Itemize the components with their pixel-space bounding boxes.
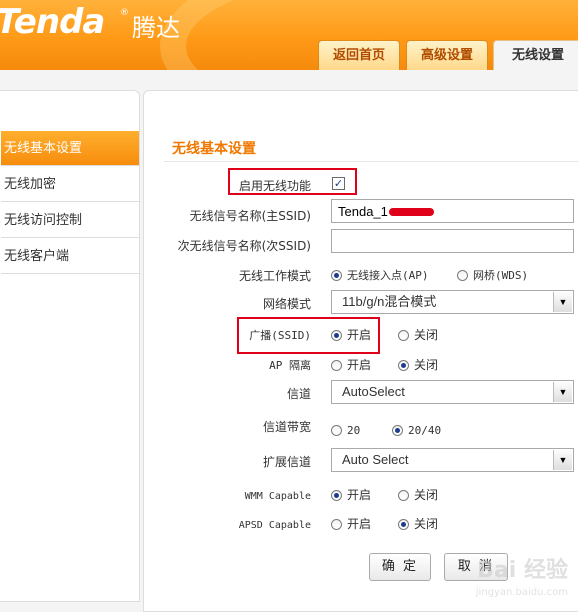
work-mode-wds-radio[interactable]: 网桥(WDS) (457, 266, 528, 284)
channel-value: AutoSelect (342, 384, 405, 399)
ap-isolation-off-radio[interactable]: 关闭 (398, 356, 438, 374)
ssid-secondary-input[interactable] (331, 229, 574, 253)
apsd-on-label: 开启 (347, 517, 372, 531)
wmm-label: WMM Capable (141, 488, 311, 502)
tab-advanced[interactable]: 高级设置 (406, 40, 488, 70)
sidebar-item-wireless-security[interactable]: 无线加密 (1, 167, 139, 202)
radio-dot-icon (331, 425, 342, 436)
broadcast-off-label: 关闭 (414, 328, 439, 342)
ap-isolation-label-text: AP 隔离 (269, 359, 311, 372)
wmm-label-text: WMM Capable (244, 491, 311, 502)
tab-wireless[interactable]: 无线设置 (493, 40, 578, 70)
broadcast-on-radio[interactable]: 开启 (331, 326, 371, 344)
ext-channel-value: Auto Select (342, 452, 409, 467)
radio-dot-icon (331, 330, 342, 341)
brand-registered-mark: ® (120, 8, 129, 18)
work-mode-ap-label: 无线接入点(AP) (347, 269, 429, 282)
wmm-on-radio[interactable]: 开启 (331, 486, 371, 504)
tab-home[interactable]: 返回首页 (318, 40, 400, 70)
radio-dot-icon (398, 519, 409, 530)
radio-dot-icon (331, 519, 342, 530)
radio-dot-icon (392, 425, 403, 436)
brand-logo: Tenda (0, 2, 105, 42)
redaction-mark (389, 208, 434, 216)
sidebar-item-access-control[interactable]: 无线访问控制 (1, 203, 139, 238)
chevron-down-icon: ▼ (553, 292, 572, 312)
main-panel: 无线基本设置 启用无线功能 ✓ 无线信号名称(主SSID) 次无线信号名称(次S… (143, 90, 578, 612)
wmm-off-label: 关闭 (414, 488, 439, 502)
radio-dot-icon (398, 330, 409, 341)
wmm-on-label: 开启 (347, 488, 372, 502)
ssid-primary-label: 无线信号名称(主SSID) (189, 209, 311, 223)
work-mode-wds-label: 网桥(WDS) (473, 269, 529, 282)
ssid-primary-input[interactable] (331, 199, 574, 223)
network-mode-label: 网络模式 (262, 297, 311, 311)
brand-logo-chinese: 腾达 (132, 14, 180, 42)
work-mode-ap-radio[interactable]: 无线接入点(AP) (331, 266, 429, 284)
radio-dot-icon (331, 490, 342, 501)
radio-dot-icon (457, 270, 468, 281)
enable-wireless-checkbox[interactable]: ✓ (332, 177, 345, 190)
ssid-secondary-label: 次无线信号名称(次SSID) (177, 239, 311, 253)
work-mode-label: 无线工作模式 (238, 269, 311, 283)
section-title: 无线基本设置 (172, 141, 256, 157)
chevron-down-icon: ▼ (553, 382, 572, 402)
channel-select[interactable]: AutoSelect ▼ (331, 380, 574, 404)
broadcast-on-label: 开启 (347, 328, 372, 342)
bandwidth-2040-radio[interactable]: 20/40 (392, 421, 441, 439)
ap-isolation-on-radio[interactable]: 开启 (331, 356, 371, 374)
apsd-label-text: APSD Capable (238, 520, 311, 531)
network-mode-select[interactable]: 11b/g/n混合模式 ▼ (331, 290, 574, 314)
bandwidth-20-radio[interactable]: 20 (331, 421, 360, 439)
cancel-button[interactable]: 取 消 (444, 553, 508, 581)
ap-isolation-label: AP 隔离 (141, 357, 311, 373)
ext-channel-select[interactable]: Auto Select ▼ (331, 448, 574, 472)
watermark-url: jingyan.baidu.com (475, 587, 568, 598)
bandwidth-20-label: 20 (347, 424, 361, 437)
sidebar-item-wireless-basic[interactable]: 无线基本设置 (1, 131, 139, 166)
network-mode-value: 11b/g/n混合模式 (342, 294, 437, 309)
wmm-off-radio[interactable]: 关闭 (398, 486, 438, 504)
radio-dot-icon (398, 360, 409, 371)
apsd-off-radio[interactable]: 关闭 (398, 515, 438, 533)
broadcast-off-radio[interactable]: 关闭 (398, 326, 438, 344)
broadcast-label: 广播(SSID) (141, 327, 311, 343)
bandwidth-2040-label: 20/40 (408, 424, 442, 437)
radio-dot-icon (331, 360, 342, 371)
ap-isolation-off-label: 关闭 (414, 358, 439, 372)
radio-dot-icon (331, 270, 342, 281)
apsd-off-label: 关闭 (414, 517, 439, 531)
apsd-on-radio[interactable]: 开启 (331, 515, 371, 533)
ext-channel-label: 扩展信道 (262, 455, 311, 469)
apsd-label: APSD Capable (141, 517, 311, 531)
channel-label: 信道 (286, 387, 311, 401)
broadcast-label-text: 广播(SSID) (249, 329, 311, 342)
chevron-down-icon: ▼ (553, 450, 572, 470)
header-bar: Tenda ® 腾达 返回首页 高级设置 无线设置 (0, 0, 578, 70)
sidebar: 无线基本设置 无线加密 无线访问控制 无线客户端 (0, 90, 140, 602)
enable-wireless-label: 启用无线功能 (238, 179, 311, 193)
radio-dot-icon (398, 490, 409, 501)
bandwidth-label: 信道带宽 (262, 420, 311, 434)
confirm-button[interactable]: 确 定 (369, 553, 431, 581)
ap-isolation-on-label: 开启 (347, 358, 372, 372)
sidebar-item-clients[interactable]: 无线客户端 (1, 239, 139, 274)
section-divider (164, 161, 578, 162)
